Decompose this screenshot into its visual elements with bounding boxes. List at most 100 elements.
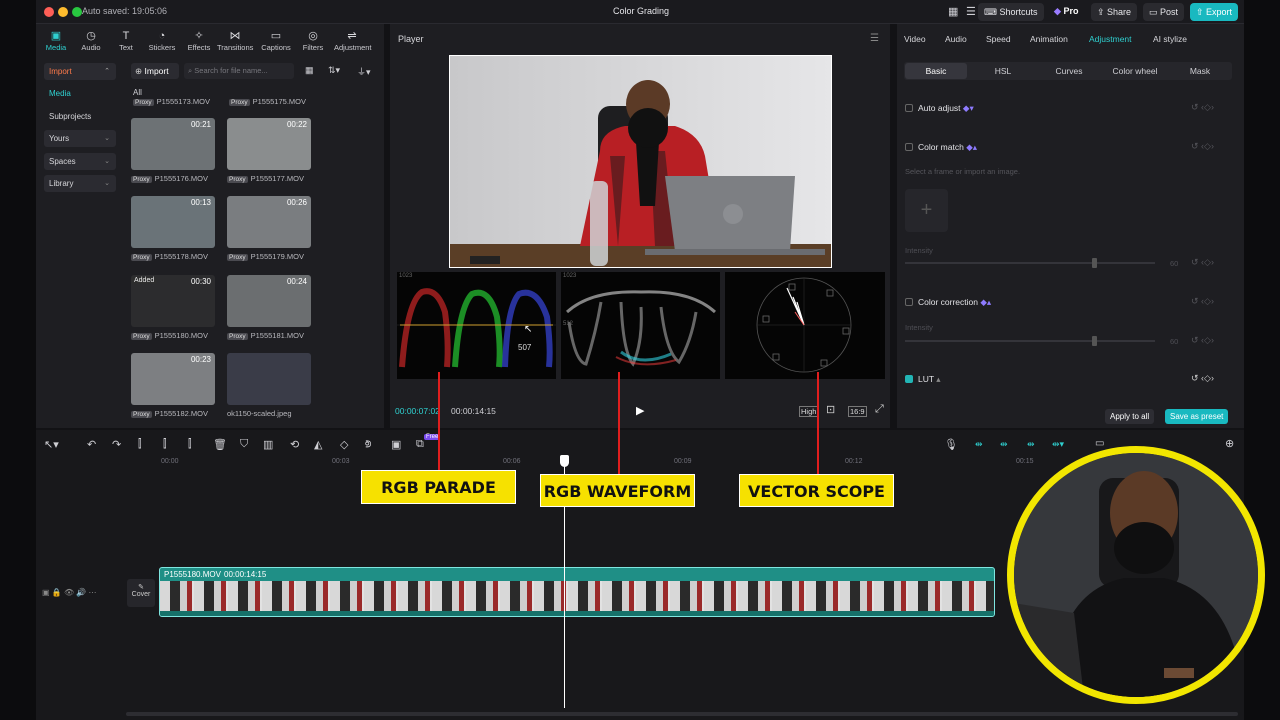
intensity-value[interactable]: 60: [1170, 337, 1178, 346]
tab-speed[interactable]: Speed: [986, 34, 1011, 44]
vector-scope[interactable]: [725, 272, 885, 379]
maximize-window-button[interactable]: [72, 7, 82, 17]
menu-icon[interactable]: ☰: [966, 5, 976, 18]
apply-to-all-button[interactable]: Apply to all: [1105, 409, 1155, 424]
tool-adjustment[interactable]: ⇌ Adjustment: [334, 30, 372, 52]
reset-keyframe-icon[interactable]: ↺ ‹◇›: [1191, 373, 1214, 384]
timeline-scrollbar[interactable]: [126, 712, 1238, 716]
lut-row[interactable]: LUT ▴: [905, 374, 941, 385]
mirror-icon[interactable]: ◭: [314, 438, 322, 451]
sidebar-item-yours[interactable]: Yours ⌄: [44, 130, 116, 147]
filter-icon[interactable]: ⏚▾: [357, 65, 371, 78]
split-right-icon[interactable]: ⫿: [188, 438, 192, 451]
media-thumbnail[interactable]: 00:24: [227, 275, 311, 327]
rgb-parade-scope[interactable]: 1023 507 ↖: [397, 272, 556, 379]
tab-animation[interactable]: Animation: [1030, 34, 1068, 44]
tool-captions[interactable]: ▭ Captions: [258, 30, 294, 52]
rotate-icon[interactable]: ◇: [340, 438, 348, 451]
tab-video[interactable]: Video: [904, 34, 926, 44]
auto-reframe-icon[interactable]: ▣: [391, 438, 401, 451]
split-icon[interactable]: ⫿: [138, 438, 142, 451]
intensity-slider[interactable]: [905, 262, 1155, 264]
minimize-window-button[interactable]: [58, 7, 68, 17]
cover-button[interactable]: ✎ Cover: [127, 579, 155, 607]
marker-icon[interactable]: ⛉: [240, 438, 248, 451]
intensity-value[interactable]: 60: [1170, 259, 1178, 268]
reverse-icon[interactable]: ⟲: [290, 438, 299, 451]
microphone-icon[interactable]: 🎙: [944, 438, 958, 451]
media-thumbnail[interactable]: 00:23: [131, 353, 215, 405]
tool-audio[interactable]: ◷ Audio: [73, 30, 109, 52]
reset-keyframe-icon[interactable]: ↺ ‹◇›: [1191, 102, 1214, 113]
layout-icon[interactable]: ▦: [948, 5, 958, 18]
redo-icon[interactable]: ↷: [112, 438, 121, 451]
filter-all[interactable]: All: [133, 88, 142, 97]
freeze-icon[interactable]: ▥: [263, 438, 273, 451]
import-button[interactable]: ⊕ Import: [131, 63, 179, 79]
fullscreen-icon[interactable]: ⤢: [875, 403, 884, 416]
subtab-hsl[interactable]: HSL: [972, 66, 1034, 76]
media-thumbnail[interactable]: 00:22: [227, 118, 311, 170]
reset-keyframe-icon[interactable]: ↺ ‹◇›: [1191, 296, 1214, 307]
reset-keyframe-icon[interactable]: ↺ ‹◇›: [1191, 335, 1214, 346]
tool-transitions[interactable]: ⋈ Transitions: [217, 30, 253, 52]
ratio-button[interactable]: 16:9: [848, 406, 867, 417]
player-menu-icon[interactable]: ☰: [870, 33, 879, 44]
media-thumbnail[interactable]: 00:26: [227, 196, 311, 248]
slider-thumb[interactable]: [1092, 336, 1097, 346]
video-preview[interactable]: [449, 55, 832, 268]
color-correction-row[interactable]: Color correction ◆▴: [905, 297, 991, 308]
tool-filters[interactable]: ◎ Filters: [295, 30, 331, 52]
share-button[interactable]: ⇪ Share: [1091, 3, 1138, 21]
tab-audio[interactable]: Audio: [945, 34, 967, 44]
play-icon[interactable]: ▶: [636, 404, 644, 417]
track-controls[interactable]: ▣ 🔒 👁 🔊 ⋯: [42, 588, 97, 597]
tool-effects[interactable]: ✧ Effects: [181, 30, 217, 52]
close-window-button[interactable]: [44, 7, 54, 17]
crop-icon[interactable]: ⟄: [365, 438, 372, 451]
select-icon[interactable]: ↖▾: [44, 438, 59, 451]
playhead-handle[interactable]: [560, 455, 569, 467]
auto-adjust-row[interactable]: Auto adjust ◆▾: [905, 103, 974, 114]
media-thumbnail[interactable]: [227, 353, 311, 405]
shortcuts-button[interactable]: ⌨ Shortcuts: [978, 3, 1044, 21]
export-button[interactable]: ⇧ Export: [1190, 3, 1239, 21]
subtab-basic[interactable]: Basic: [905, 66, 967, 76]
post-button[interactable]: ▭ Post: [1143, 3, 1185, 21]
video-clip[interactable]: P1555180.MOV 00:00:14:15: [159, 567, 995, 617]
sort-icon[interactable]: ⇅▾: [328, 65, 340, 76]
sidebar-item-spaces[interactable]: Spaces ⌄: [44, 153, 116, 170]
sidebar-item-media[interactable]: Media: [44, 85, 116, 102]
sidebar-import[interactable]: Import ⌃: [44, 63, 116, 80]
tab-ai-stylize[interactable]: AI stylize: [1153, 34, 1187, 44]
grid-view-icon[interactable]: ▦: [305, 65, 314, 76]
zoom-fit-icon[interactable]: ⊡: [826, 403, 835, 416]
media-thumbnail[interactable]: 00:21: [131, 118, 215, 170]
ai-tool-icon[interactable]: ⧉: [416, 438, 424, 451]
add-reference-button[interactable]: +: [905, 189, 948, 232]
sidebar-item-library[interactable]: Library ⌄: [44, 175, 116, 192]
rgb-waveform-scope[interactable]: 1023 512: [561, 272, 720, 379]
tool-media[interactable]: ▣ Media: [38, 30, 74, 52]
zoom-in-icon[interactable]: ⊕: [1225, 437, 1234, 450]
subtab-curves[interactable]: Curves: [1037, 66, 1101, 76]
split-audio-icon[interactable]: ⇹▾: [1052, 439, 1064, 450]
delete-icon[interactable]: 🗑: [213, 438, 227, 451]
pro-badge[interactable]: ◆ Pro: [1054, 6, 1078, 17]
intensity-slider[interactable]: [905, 340, 1155, 342]
tool-stickers[interactable]: ◔ Stickers: [144, 30, 180, 52]
media-thumbnail[interactable]: 00:30 Added: [131, 275, 215, 327]
preview-icon[interactable]: ▭: [1095, 438, 1104, 449]
quality-button[interactable]: High: [799, 406, 819, 417]
tool-text[interactable]: T Text: [108, 30, 144, 52]
slider-thumb[interactable]: [1092, 258, 1097, 268]
undo-icon[interactable]: ↶: [87, 438, 96, 451]
magnet-icon[interactable]: ⇹: [1000, 439, 1008, 450]
link-icon[interactable]: ⇹: [975, 439, 983, 450]
media-thumbnail[interactable]: 00:13: [131, 196, 215, 248]
sidebar-item-subprojects[interactable]: Subprojects: [44, 108, 116, 125]
reset-keyframe-icon[interactable]: ↺ ‹◇›: [1191, 257, 1214, 268]
save-as-preset-button[interactable]: Save as preset: [1165, 409, 1229, 424]
subtab-mask[interactable]: Mask: [1169, 66, 1231, 76]
reset-keyframe-icon[interactable]: ↺ ‹◇›: [1191, 141, 1214, 152]
